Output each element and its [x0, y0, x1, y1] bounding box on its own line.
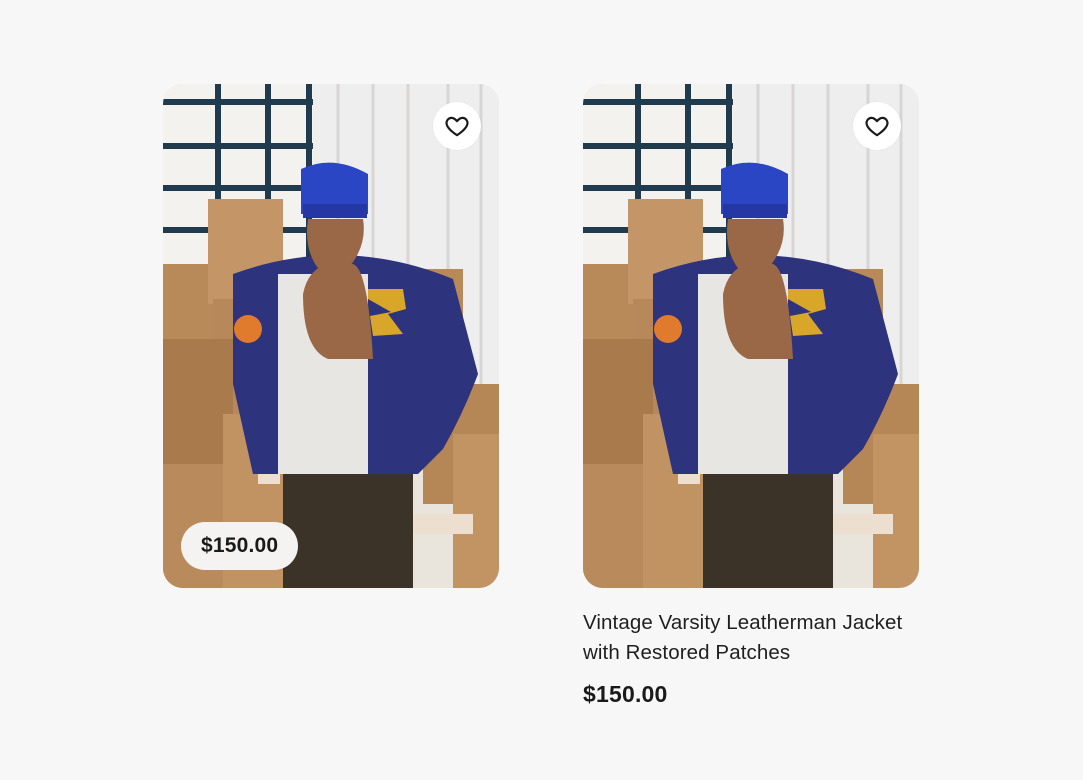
price-badge: $150.00: [181, 522, 299, 570]
product-image[interactable]: $150.00: [163, 84, 499, 588]
product-card-detailed[interactable]: Vintage Varsity Leatherman Jacket with R…: [583, 84, 919, 708]
product-card-compact[interactable]: $150.00: [163, 84, 499, 588]
heart-outline-icon: [865, 116, 889, 137]
product-title[interactable]: Vintage Varsity Leatherman Jacket with R…: [583, 608, 903, 668]
product-photo: [163, 84, 499, 588]
favorite-button[interactable]: [433, 102, 481, 150]
product-price: $150.00: [583, 681, 668, 707]
heart-outline-icon: [445, 116, 469, 137]
product-image[interactable]: [583, 84, 919, 588]
product-photo: [583, 84, 919, 588]
favorite-button[interactable]: [853, 102, 901, 150]
